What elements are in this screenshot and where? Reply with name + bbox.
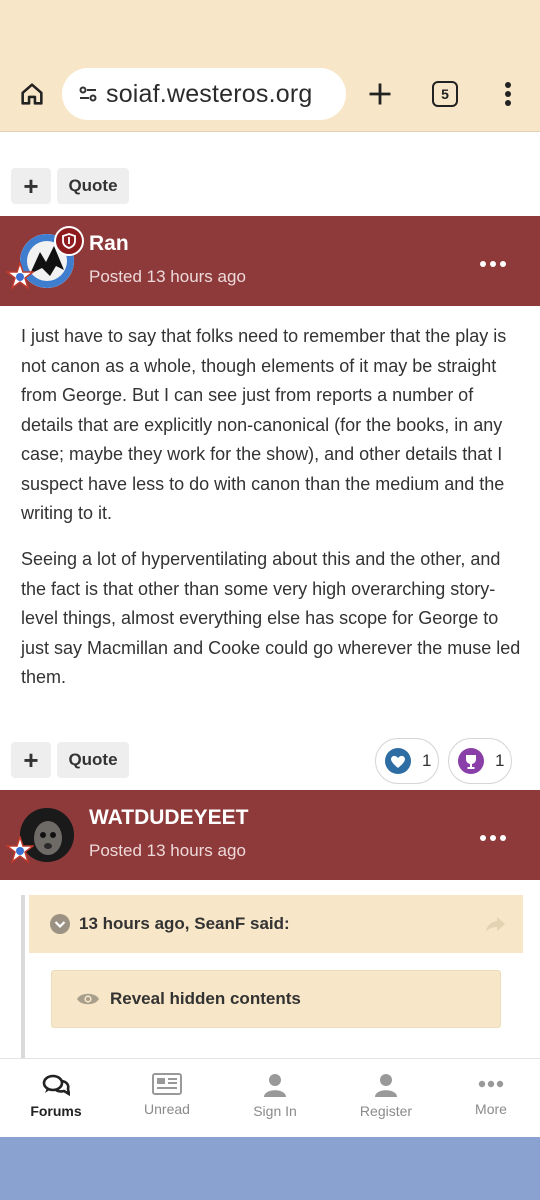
reveal-label: Reveal hidden contents bbox=[110, 989, 301, 1008]
multiquote-button[interactable]: + bbox=[11, 742, 51, 778]
post-paragraph: Seeing a lot of hyperventilating about t… bbox=[21, 549, 521, 687]
quote-button[interactable]: Quote bbox=[57, 168, 129, 204]
sign-in-icon bbox=[264, 1074, 286, 1097]
site-settings-icon[interactable] bbox=[76, 82, 100, 106]
post-paragraph: I just have to say that folks need to re… bbox=[21, 326, 507, 523]
more-icon bbox=[478, 1080, 504, 1088]
quote-header-text: 13 hours ago, SeanF said: bbox=[79, 914, 290, 933]
moderator-badge-icon bbox=[54, 226, 84, 256]
reveal-hidden-contents[interactable]: Reveal hidden contents bbox=[51, 970, 501, 1028]
home-button[interactable] bbox=[14, 76, 50, 112]
nav-unread[interactable]: Unread bbox=[117, 1059, 217, 1139]
browser-menu-button[interactable] bbox=[494, 76, 522, 112]
trophy-icon bbox=[458, 748, 484, 774]
post-options-icon[interactable] bbox=[480, 828, 506, 848]
rank-star-icon bbox=[6, 262, 34, 290]
new-tab-button[interactable] bbox=[362, 76, 398, 112]
nav-more[interactable]: More bbox=[441, 1059, 540, 1139]
nav-sign-in[interactable]: Sign In bbox=[225, 1059, 325, 1139]
register-icon bbox=[375, 1074, 397, 1097]
tab-switcher-button[interactable]: 5 bbox=[428, 77, 462, 111]
quote-citation[interactable]: 13 hours ago, SeanF said: bbox=[29, 895, 523, 953]
reaction-like[interactable]: 1 bbox=[375, 738, 439, 784]
unread-icon bbox=[152, 1073, 182, 1095]
nav-register[interactable]: Register bbox=[336, 1059, 436, 1139]
post-header: WATDUDEYEET Posted 13 hours ago bbox=[0, 790, 540, 880]
nav-label: More bbox=[475, 1101, 507, 1117]
post-action-row: + Quote 1 1 bbox=[0, 738, 540, 786]
home-icon bbox=[21, 83, 43, 105]
reaction-count: 1 bbox=[495, 751, 505, 770]
browser-toolbar: soiaf.westeros.org 5 bbox=[0, 0, 540, 132]
multiquote-button[interactable]: + bbox=[11, 168, 51, 204]
address-bar[interactable]: soiaf.westeros.org bbox=[62, 68, 346, 120]
url-text: soiaf.westeros.org bbox=[106, 79, 313, 108]
quote-block: 13 hours ago, SeanF said: Reveal hidden … bbox=[21, 895, 523, 1065]
quote-button[interactable]: Quote bbox=[57, 742, 129, 778]
author-name[interactable]: Ran bbox=[89, 232, 129, 256]
reaction-trophy[interactable]: 1 bbox=[448, 738, 512, 784]
post-options-icon[interactable] bbox=[480, 254, 506, 274]
nav-label: Sign In bbox=[253, 1103, 297, 1119]
author-name[interactable]: WATDUDEYEET bbox=[89, 806, 248, 830]
reaction-count: 1 bbox=[422, 751, 432, 770]
plus-icon bbox=[369, 83, 391, 105]
chevron-down-icon[interactable] bbox=[49, 913, 71, 935]
rank-star-icon bbox=[6, 836, 34, 864]
system-navigation-bar bbox=[0, 1137, 540, 1200]
eye-icon bbox=[77, 993, 99, 1005]
post-timestamp[interactable]: Posted 13 hours ago bbox=[89, 841, 246, 861]
forums-icon bbox=[42, 1074, 70, 1097]
post-timestamp[interactable]: Posted 13 hours ago bbox=[89, 267, 246, 287]
nav-label: Unread bbox=[144, 1101, 190, 1117]
nav-label: Forums bbox=[30, 1103, 82, 1119]
nav-label: Register bbox=[359, 1103, 413, 1119]
kebab-menu-icon bbox=[505, 82, 511, 106]
heart-icon bbox=[385, 748, 411, 774]
bottom-navigation: Forums Unread Sign In Register More bbox=[0, 1058, 540, 1138]
post-header: Ran Posted 13 hours ago bbox=[0, 216, 540, 306]
nav-forums[interactable]: Forums bbox=[6, 1059, 106, 1139]
tab-count: 5 bbox=[432, 81, 458, 107]
post-action-row: + Quote bbox=[0, 168, 540, 216]
share-arrow-icon[interactable] bbox=[485, 915, 507, 933]
